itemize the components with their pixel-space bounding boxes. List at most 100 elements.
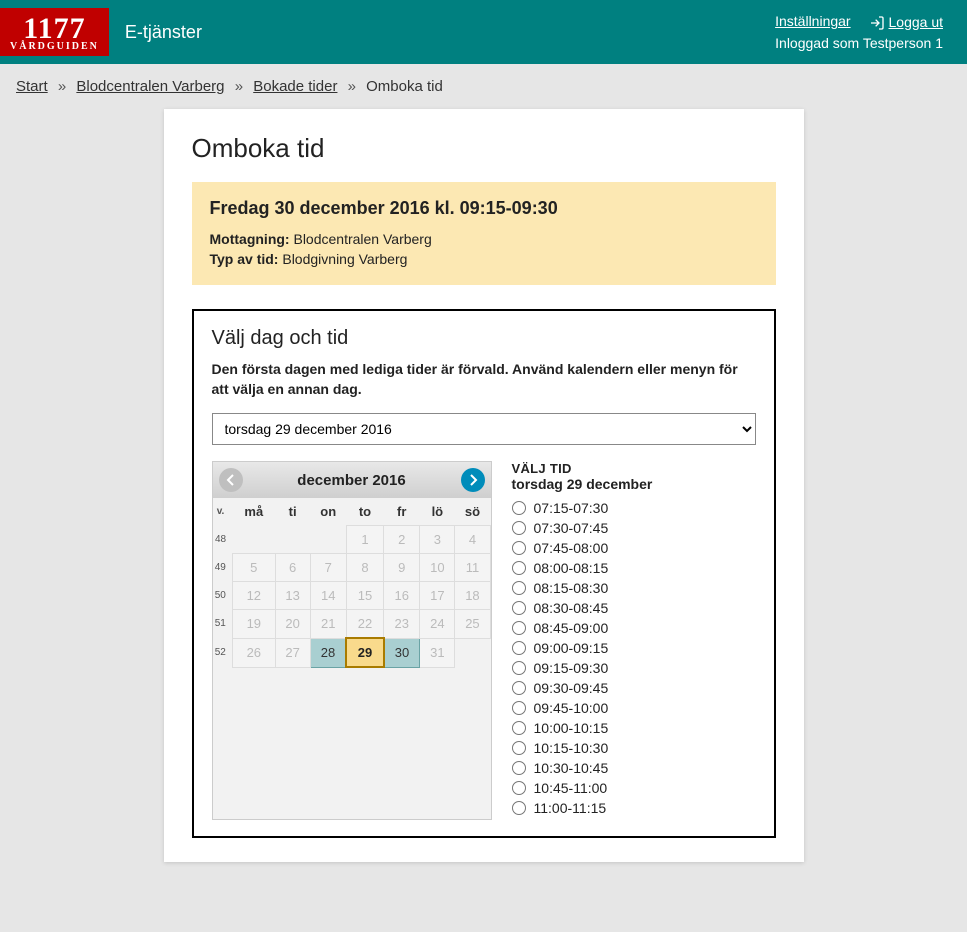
type-label: Typ av tid: [210,251,279,267]
time-slot[interactable]: 10:30-10:45 [512,760,756,776]
time-slot[interactable]: 09:45-10:00 [512,700,756,716]
time-slot-label: 10:30-10:45 [534,760,609,776]
time-slot[interactable]: 08:30-08:45 [512,600,756,616]
calendar-day: 12 [233,582,276,610]
calendar-blank [455,638,490,667]
calendar-day: 2 [384,526,420,554]
calendar-day[interactable]: 30 [384,638,420,667]
time-slot-label: 07:45-08:00 [534,540,609,556]
time-slot[interactable]: 11:00-11:15 [512,800,756,816]
calendar-week-number: 52 [213,638,233,667]
time-slot[interactable]: 07:45-08:00 [512,540,756,556]
time-slot-label: 08:30-08:45 [534,600,609,616]
breadcrumb-link[interactable]: Bokade tider [253,78,337,95]
date-time-picker: Välj dag och tid Den första dagen med le… [192,309,776,838]
time-slot[interactable]: 07:30-07:45 [512,520,756,536]
time-slot-radio[interactable] [512,641,526,655]
time-slot-radio[interactable] [512,781,526,795]
calendar-day: 22 [346,610,383,639]
calendar-title: december 2016 [297,472,405,489]
calendar-day: 9 [384,554,420,582]
date-select[interactable]: torsdag 29 december 2016 [212,413,756,445]
calendar-weekday-header: on [310,498,346,526]
chevron-right-icon [467,474,479,486]
calendar-day[interactable]: 29 [346,638,383,667]
time-slot-label: 09:00-09:15 [534,640,609,656]
time-slot-radio[interactable] [512,681,526,695]
calendar-week-number: 50 [213,582,233,610]
header-right: Inställningar Logga ut Inloggad som Test… [775,13,943,50]
time-slot-radio[interactable] [512,581,526,595]
time-slot-label: 07:30-07:45 [534,520,609,536]
time-heading: VÄLJ TID [512,461,756,476]
time-slot-radio[interactable] [512,601,526,615]
calendar-day: 16 [384,582,420,610]
calendar-blank [275,526,310,554]
calendar-table: v.måtiontofrlösö 48123449567891011501213… [213,498,491,668]
time-slot-radio[interactable] [512,561,526,575]
calendar-day: 5 [233,554,276,582]
calendar-day: 18 [455,582,490,610]
calendar-day: 3 [420,526,455,554]
logout-icon [869,13,889,30]
time-slot[interactable]: 08:15-08:30 [512,580,756,596]
time-slot-radio[interactable] [512,741,526,755]
time-slot[interactable]: 10:00-10:15 [512,720,756,736]
time-slot[interactable]: 08:00-08:15 [512,560,756,576]
time-slot-radio[interactable] [512,621,526,635]
appointment-type: Typ av tid: Blodgivning Varberg [210,251,758,267]
calendar: december 2016 v.måtiontofrlösö 481234495… [212,461,492,820]
time-slot[interactable]: 09:30-09:45 [512,680,756,696]
site-logo[interactable]: 1177 VÅRDGUIDEN [0,8,109,56]
breadcrumb-current: Omboka tid [366,78,443,95]
calendar-day: 15 [346,582,383,610]
time-slot-radio[interactable] [512,661,526,675]
breadcrumb-sep: » [235,78,243,95]
breadcrumb-link[interactable]: Start [16,78,48,95]
calendar-day: 14 [310,582,346,610]
logout-link[interactable]: Logga ut [889,14,944,30]
time-list: 07:15-07:30 07:30-07:45 07:45-08:00 08:00-0… [512,500,756,816]
calendar-day: 8 [346,554,383,582]
time-slot-label: 10:45-11:00 [534,780,608,796]
picker-intro: Den första dagen med lediga tider är för… [212,360,756,399]
time-slot[interactable]: 09:00-09:15 [512,640,756,656]
time-slot-radio[interactable] [512,501,526,515]
time-slot-radio[interactable] [512,761,526,775]
calendar-blank [310,526,346,554]
time-slot-label: 09:45-10:00 [534,700,609,716]
breadcrumb-link[interactable]: Blodcentralen Varberg [76,78,224,95]
time-slot-label: 09:30-09:45 [534,680,609,696]
calendar-day: 6 [275,554,310,582]
calendar-weekday-header: ti [275,498,310,526]
calendar-weekday-header: lö [420,498,455,526]
time-slot[interactable]: 07:15-07:30 [512,500,756,516]
time-slot-radio[interactable] [512,721,526,735]
appointment-reception: Mottagning: Blodcentralen Varberg [210,231,758,247]
time-slot-radio[interactable] [512,541,526,555]
settings-link[interactable]: Inställningar [775,13,851,29]
calendar-day: 1 [346,526,383,554]
breadcrumb-sep: » [58,78,66,95]
time-slot-radio[interactable] [512,521,526,535]
main-card: Omboka tid Fredag 30 december 2016 kl. 0… [164,109,804,862]
time-slot-label: 10:00-10:15 [534,720,609,736]
time-slot[interactable]: 09:15-09:30 [512,660,756,676]
calendar-day: 21 [310,610,346,639]
calendar-day[interactable]: 28 [310,638,346,667]
page-title: Omboka tid [192,133,776,164]
time-slot[interactable]: 10:45-11:00 [512,780,756,796]
calendar-day: 7 [310,554,346,582]
calendar-next-button[interactable] [461,468,485,492]
time-slot-radio[interactable] [512,801,526,815]
time-slot[interactable]: 10:15-10:30 [512,740,756,756]
calendar-day: 4 [455,526,490,554]
time-slot-label: 07:15-07:30 [534,500,609,516]
time-slot-radio[interactable] [512,701,526,715]
time-slot[interactable]: 08:45-09:00 [512,620,756,636]
logo-main: 1177 [10,14,99,44]
calendar-blank [233,526,276,554]
calendar-day: 19 [233,610,276,639]
time-slot-label: 08:15-08:30 [534,580,609,596]
time-slot-label: 08:00-08:15 [534,560,609,576]
